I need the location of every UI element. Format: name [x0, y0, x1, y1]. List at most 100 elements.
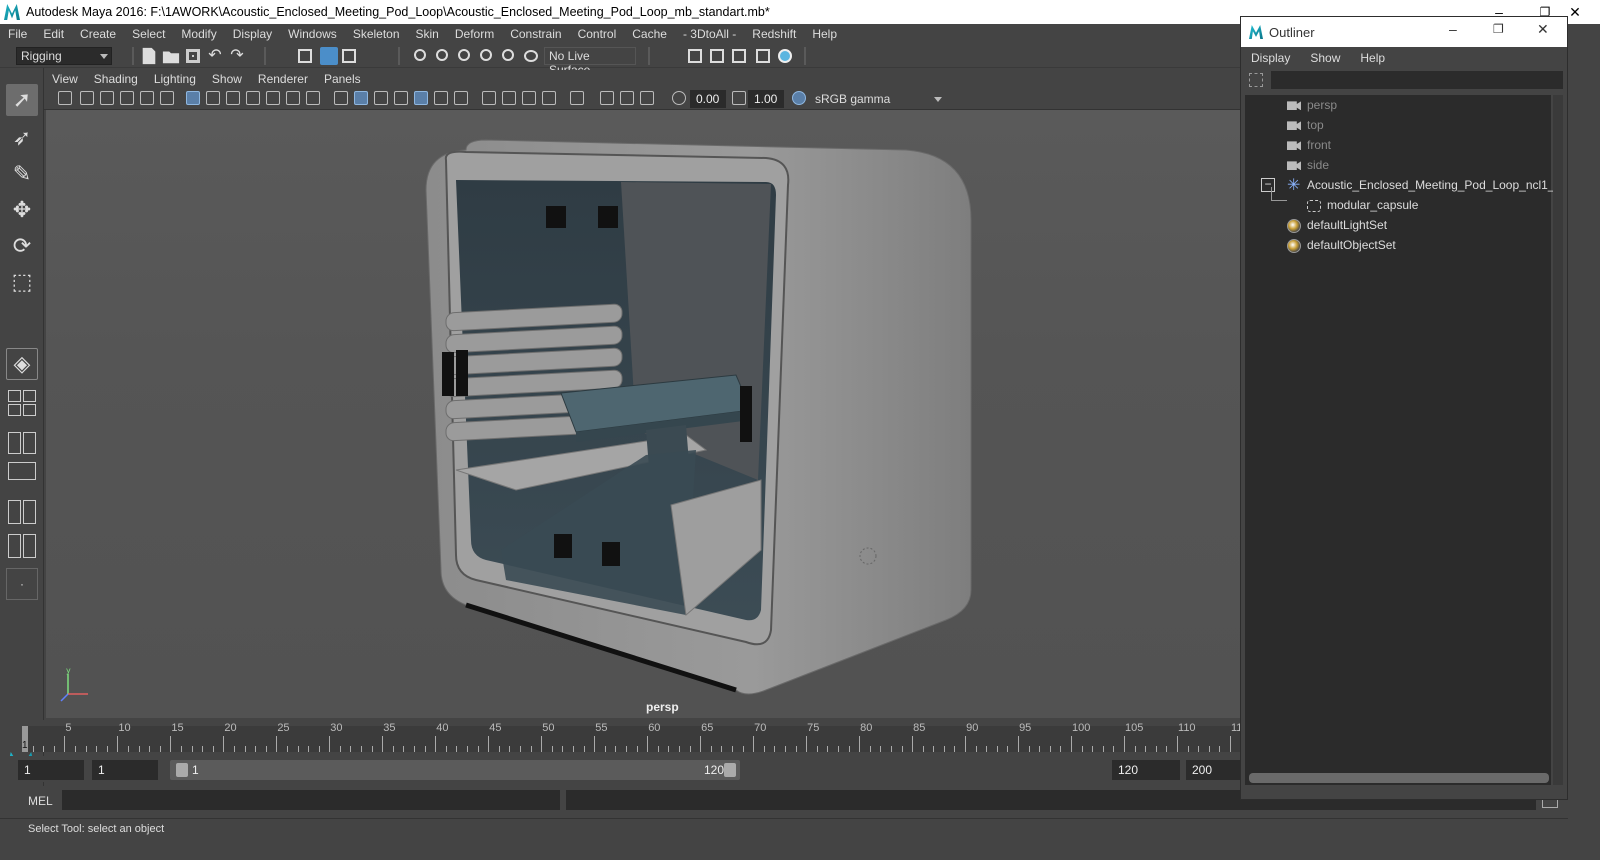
- panel-menu-lighting[interactable]: Lighting: [146, 72, 204, 86]
- rotate-tool-icon[interactable]: ⟳: [6, 230, 38, 262]
- exposure-icon[interactable]: [672, 91, 686, 105]
- shadows-icon[interactable]: [454, 91, 468, 105]
- safe-action-icon[interactable]: [286, 91, 300, 105]
- live-surface-field[interactable]: No Live Surface: [544, 47, 636, 77]
- range-slider[interactable]: 1 120: [170, 760, 740, 780]
- exposure-field[interactable]: 0.00: [690, 90, 726, 108]
- layout-menu-icon[interactable]: ·: [6, 568, 38, 600]
- panel-menu-show[interactable]: Show: [204, 72, 250, 86]
- render-view-icon[interactable]: [688, 49, 702, 63]
- list-item[interactable]: ✳ Acoustic_Enclosed_Meeting_Pod_Loop_ncl1…: [1287, 175, 1561, 195]
- render-settings-icon[interactable]: [756, 49, 770, 63]
- snap-curve-icon[interactable]: [436, 49, 448, 61]
- list-item[interactable]: side: [1287, 155, 1329, 175]
- use-all-lights-icon[interactable]: [434, 91, 448, 105]
- select-hierarchy-icon[interactable]: [298, 49, 312, 63]
- select-tool-icon[interactable]: ➚: [6, 84, 38, 116]
- redo-icon[interactable]: ↷: [228, 47, 246, 65]
- anti-aliasing-icon[interactable]: [522, 91, 536, 105]
- end-time-field[interactable]: 200: [1186, 760, 1240, 780]
- snap-point-icon[interactable]: [458, 49, 470, 61]
- layout-dope-icon[interactable]: [8, 500, 36, 524]
- film-gate-icon[interactable]: [206, 91, 220, 105]
- menu-constrain[interactable]: Constrain: [502, 27, 569, 41]
- menu-3dtoall[interactable]: - 3DtoAll -: [675, 27, 744, 41]
- menu-help[interactable]: Help: [804, 27, 845, 41]
- isolate-select-icon[interactable]: [570, 91, 584, 105]
- resolution-gate-icon[interactable]: [226, 91, 240, 105]
- wireframe-icon[interactable]: [334, 91, 348, 105]
- menu-deform[interactable]: Deform: [447, 27, 502, 41]
- xray-active-icon[interactable]: [620, 91, 634, 105]
- outliner-horizontal-scrollbar[interactable]: [1249, 773, 1549, 783]
- playback-end-field[interactable]: 120: [1112, 760, 1180, 780]
- layout-hypershade-icon[interactable]: [8, 534, 36, 558]
- mel-label[interactable]: MEL: [28, 794, 53, 808]
- xray-joints-icon[interactable]: [640, 91, 654, 105]
- ambient-occlusion-icon[interactable]: [482, 91, 496, 105]
- gamma-icon[interactable]: [732, 91, 746, 105]
- xray-icon[interactable]: [600, 91, 614, 105]
- time-slider[interactable]: 5 10 15 20 25 30 35 40 45 50 55 60 65 70 75 80 85 90 95 100…: [18, 720, 1242, 752]
- render-current-icon[interactable]: [710, 49, 724, 63]
- panel-menu-panels[interactable]: Panels: [316, 72, 369, 86]
- default-material-icon[interactable]: [374, 91, 388, 105]
- outliner-restore-button[interactable]: ❐: [1493, 22, 1504, 36]
- bookmark-icon[interactable]: [100, 91, 114, 105]
- paint-select-tool-icon[interactable]: ✎: [6, 158, 38, 190]
- camera-attr-icon[interactable]: [80, 91, 94, 105]
- safe-title-icon[interactable]: [306, 91, 320, 105]
- menu-file[interactable]: File: [0, 27, 35, 41]
- outliner-search-input[interactable]: [1271, 71, 1563, 89]
- textured-icon[interactable]: [414, 91, 428, 105]
- snap-rotate-icon[interactable]: [524, 50, 538, 62]
- range-end-handle[interactable]: [724, 763, 736, 777]
- new-scene-icon[interactable]: [142, 47, 156, 65]
- menu-cache[interactable]: Cache: [624, 27, 675, 41]
- snap-grid-icon[interactable]: [414, 49, 426, 61]
- list-item[interactable]: modular_capsule: [1307, 195, 1418, 215]
- outliner-close-button[interactable]: ✕: [1537, 21, 1549, 38]
- menu-control[interactable]: Control: [570, 27, 625, 41]
- wireframe-on-shaded-icon[interactable]: [394, 91, 408, 105]
- gamma-field[interactable]: 1.00: [748, 90, 784, 108]
- outliner-menu-display[interactable]: Display: [1241, 51, 1300, 65]
- menu-redshift[interactable]: Redshift: [744, 27, 804, 41]
- menu-display[interactable]: Display: [225, 27, 280, 41]
- outliner-vertical-scrollbar[interactable]: [1553, 95, 1563, 785]
- list-item[interactable]: top: [1287, 115, 1324, 135]
- perspective-viewport[interactable]: y persp: [46, 110, 1240, 718]
- colorspace-dropdown[interactable]: sRGB gamma: [810, 90, 946, 108]
- layout-single-icon[interactable]: [8, 390, 36, 402]
- depth-of-field-icon[interactable]: [542, 91, 556, 105]
- open-scene-icon[interactable]: [162, 51, 180, 64]
- grease-pencil-icon[interactable]: [160, 91, 174, 105]
- panel-menu-shading[interactable]: Shading: [86, 72, 146, 86]
- time-slider-track[interactable]: 5 10 15 20 25 30 35 40 45 50 55 60 65 70 75 80 85 90 95 100…: [22, 722, 1242, 752]
- menu-create[interactable]: Create: [72, 27, 124, 41]
- layout-graph-icon[interactable]: [8, 462, 36, 480]
- field-chart-icon[interactable]: [266, 91, 280, 105]
- outliner-menu-show[interactable]: Show: [1300, 51, 1350, 65]
- ipr-render-icon[interactable]: [732, 49, 746, 63]
- list-item[interactable]: persp: [1287, 95, 1337, 115]
- smooth-shade-icon[interactable]: [354, 91, 368, 105]
- snap-live-icon[interactable]: [502, 49, 514, 61]
- range-start-handle[interactable]: [176, 763, 188, 777]
- hypershade-icon[interactable]: [778, 49, 792, 63]
- layout-four-icon[interactable]: [8, 404, 36, 416]
- menu-skin[interactable]: Skin: [408, 27, 447, 41]
- color-management-icon[interactable]: [792, 91, 806, 105]
- undo-icon[interactable]: ↶: [206, 47, 224, 65]
- outliner-minimize-button[interactable]: –: [1449, 21, 1457, 37]
- lasso-tool-icon[interactable]: ➶: [6, 122, 38, 154]
- layout-outliner-icon[interactable]: [8, 432, 36, 454]
- menu-windows[interactable]: Windows: [280, 27, 345, 41]
- outliner-menu-help[interactable]: Help: [1350, 51, 1395, 65]
- image-plane-icon[interactable]: [120, 91, 134, 105]
- mel-input[interactable]: [62, 790, 560, 810]
- filter-icon[interactable]: [1249, 73, 1263, 87]
- menu-set-dropdown[interactable]: Rigging: [16, 47, 112, 65]
- list-item[interactable]: front: [1287, 135, 1331, 155]
- scale-tool-icon[interactable]: ⬚: [6, 266, 38, 298]
